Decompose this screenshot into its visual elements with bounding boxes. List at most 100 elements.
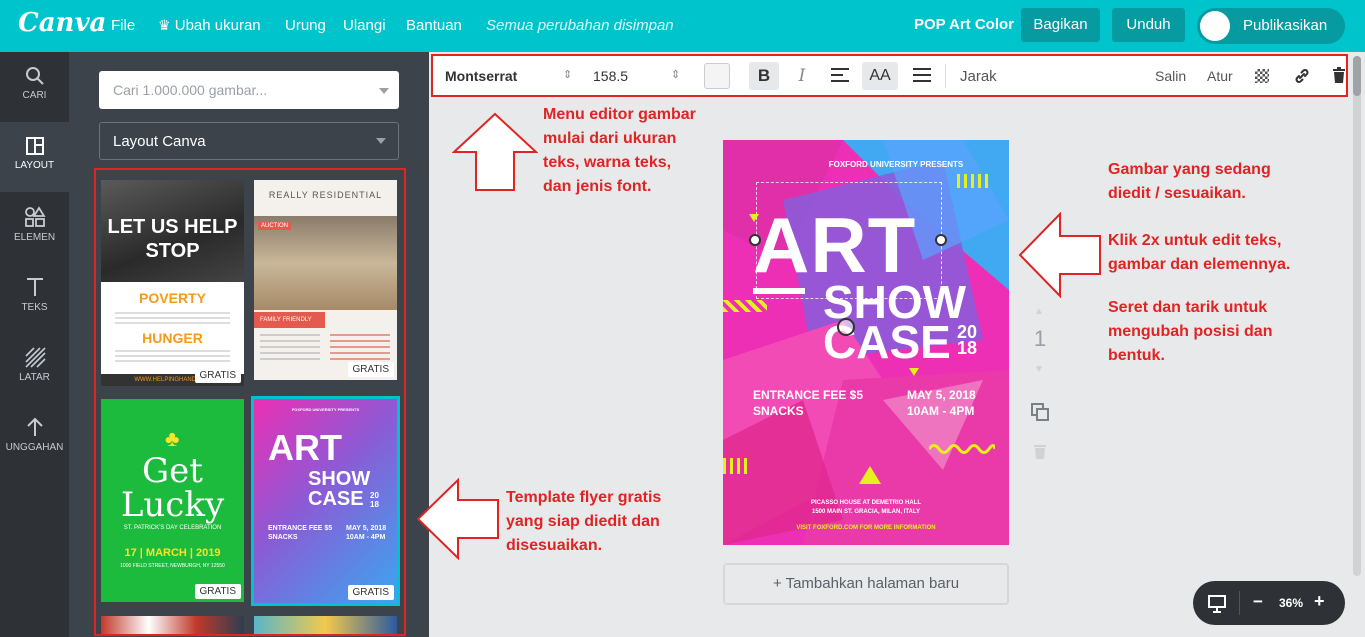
duplicate-page-icon[interactable] [1030, 402, 1050, 422]
template-text: AUCTION [258, 222, 291, 230]
download-button[interactable]: Unduh [1112, 8, 1185, 42]
rail-search[interactable]: CARI [0, 52, 69, 122]
rail-layout[interactable]: LAYOUT [0, 122, 69, 192]
arrow-left-annotation [1018, 212, 1101, 298]
selection-handle[interactable] [935, 234, 947, 246]
italic-button[interactable]: I [789, 62, 815, 90]
annotation-line: Seret dan tarik untuk [1108, 299, 1268, 316]
menu-file[interactable]: File [111, 17, 135, 34]
design-date[interactable]: MAY 5, 2018 [907, 388, 976, 402]
zoom-level[interactable]: 36% [1279, 596, 1303, 610]
text-icon [26, 278, 43, 296]
yellow-triangle [859, 466, 881, 484]
chevron-down-icon[interactable]: ▼ [1032, 364, 1046, 375]
design-website[interactable]: VISIT FOXFORD.COM FOR MORE INFORMATION [723, 525, 1009, 531]
template-thumbnail[interactable]: LET US HELP STOP POVERTY HUNGER WWW.HELP… [101, 180, 244, 386]
template-thumbnail[interactable]: REALLY RESIDENTIAL AUCTION FAMILY FRIEND… [254, 180, 397, 380]
upload-icon [26, 417, 43, 436]
copy-button[interactable]: Salin [1155, 68, 1186, 84]
design-venue-line1[interactable]: PICASSO HOUSE AT DEMETRIO HALL [723, 500, 1009, 506]
font-size-input[interactable]: 158.5 [593, 68, 628, 84]
trash-icon[interactable] [1331, 66, 1347, 84]
template-text: STOP [145, 240, 200, 262]
menu-undo[interactable]: Urung [285, 17, 326, 34]
rail-layout-label: LAYOUT [14, 160, 55, 171]
menu-help[interactable]: Bantuan [406, 17, 462, 34]
yellow-diagonal-stripes [723, 300, 767, 312]
rail-text[interactable]: TEKS [0, 262, 69, 332]
template-text: SNACKS [268, 534, 298, 541]
design-title-art[interactable]: ART [753, 206, 916, 284]
template-thumbnail[interactable]: ♣ Get Lucky ST. PATRICK'S DAY CELEBRATIO… [101, 399, 244, 602]
rail-elements[interactable]: ELEMEN [0, 192, 69, 262]
scrollbar-thumb[interactable] [1353, 56, 1361, 96]
annotation-line: Template flyer gratis [506, 489, 662, 506]
design-snacks[interactable]: SNACKS [753, 404, 804, 418]
publish-label: Publikasikan [1243, 17, 1328, 34]
arrow-left-annotation [416, 478, 499, 560]
design-time[interactable]: 10AM - 4PM [907, 404, 974, 418]
layout-icon [25, 137, 44, 155]
template-thumbnail-selected[interactable]: FOXFORD UNIVERSITY PRESENTS ART SHOW CAS… [251, 396, 400, 606]
template-text: REALLY RESIDENTIAL [268, 190, 383, 200]
design-year-bottom[interactable]: 18 [957, 339, 977, 357]
text-toolbar: Montserrat ⇕ 158.5 ⇕ B I AA Jarak Salin … [431, 54, 1348, 97]
template-annotation: Template flyer gratis yang siap diedit d… [506, 486, 661, 558]
divider [1239, 591, 1240, 615]
chevron-up-icon[interactable]: ▲ [1032, 306, 1046, 317]
rail-uploads-label: UNGGAHAN [5, 442, 64, 453]
publish-button[interactable]: Publikasikan [1197, 8, 1345, 44]
rail-background-label: LATAR [19, 372, 50, 383]
canvas-scrollbar[interactable] [1353, 56, 1361, 576]
image-search-input[interactable]: Cari 1.000.000 gambar... [99, 71, 399, 109]
design-top-text[interactable]: FOXFORD UNIVERSITY PRESENTS [723, 160, 1009, 169]
template-text: HUNGER [142, 330, 203, 346]
zoom-control: − 36% + [1193, 581, 1345, 625]
zoom-in-button[interactable]: + [1314, 591, 1325, 612]
template-text: POVERTY [139, 290, 206, 306]
menu-redo[interactable]: Ulangi [343, 17, 386, 34]
text-color-button[interactable] [704, 63, 730, 89]
free-badge: GRATIS [194, 368, 241, 383]
shapes-icon [24, 206, 46, 227]
template-text: 17 | MARCH | 2019 [124, 547, 221, 559]
design-venue-line2[interactable]: 1500 MAIN ST. GRACIA, MILAN, ITALY [723, 509, 1009, 515]
delete-page-icon[interactable] [1032, 442, 1048, 460]
layout-filter-select[interactable]: Layout Canva [99, 122, 399, 160]
layout-filter-value: Layout Canva [113, 133, 206, 150]
design-fee[interactable]: ENTRANCE FEE $5 [753, 388, 863, 402]
link-icon[interactable] [1293, 67, 1311, 85]
background-icon [24, 347, 46, 368]
template-text: ENTRANCE FEE $5 [268, 525, 333, 532]
template-thumbnail[interactable] [101, 616, 244, 634]
annotation-line: Klik 2x untuk edit teks, [1108, 232, 1282, 249]
template-text: Lucky [120, 485, 225, 525]
transparency-icon[interactable] [1255, 69, 1269, 83]
publish-toggle-knob [1200, 11, 1230, 41]
divider [945, 64, 946, 88]
yellow-stripes [957, 174, 991, 188]
align-left-icon[interactable] [831, 68, 849, 82]
design-page[interactable]: FOXFORD UNIVERSITY PRESENTS ART SHOW CAS… [723, 140, 1009, 545]
template-thumbnail[interactable] [254, 616, 397, 634]
share-button[interactable]: Bagikan [1021, 8, 1100, 42]
font-family-select[interactable]: Montserrat [445, 68, 517, 84]
canva-logo[interactable]: Canva [18, 8, 106, 38]
rail-search-label: CARI [22, 90, 47, 101]
arrange-button[interactable]: Atur [1207, 68, 1233, 84]
annotation-line: mulai dari ukuran [543, 130, 677, 147]
add-page-button[interactable]: + Tambahkan halaman baru [723, 563, 1009, 605]
rail-uploads[interactable]: UNGGAHAN [0, 402, 69, 472]
rail-background[interactable]: LATAR [0, 332, 69, 402]
uppercase-button[interactable]: AA [862, 62, 898, 90]
design-title[interactable]: POP Art Color [914, 16, 1014, 33]
present-icon[interactable] [1207, 594, 1227, 614]
zoom-out-button[interactable]: − [1253, 592, 1263, 612]
bold-button[interactable]: B [749, 62, 779, 90]
spacing-button[interactable]: Jarak [960, 68, 997, 85]
rotate-handle-icon[interactable] [837, 318, 855, 336]
menu-resize[interactable]: ♛ Ubah ukuran [158, 17, 261, 34]
list-icon[interactable] [913, 68, 931, 82]
template-text: FAMILY FRIENDLY [254, 312, 325, 328]
menu-resize-label: Ubah ukuran [174, 17, 261, 34]
